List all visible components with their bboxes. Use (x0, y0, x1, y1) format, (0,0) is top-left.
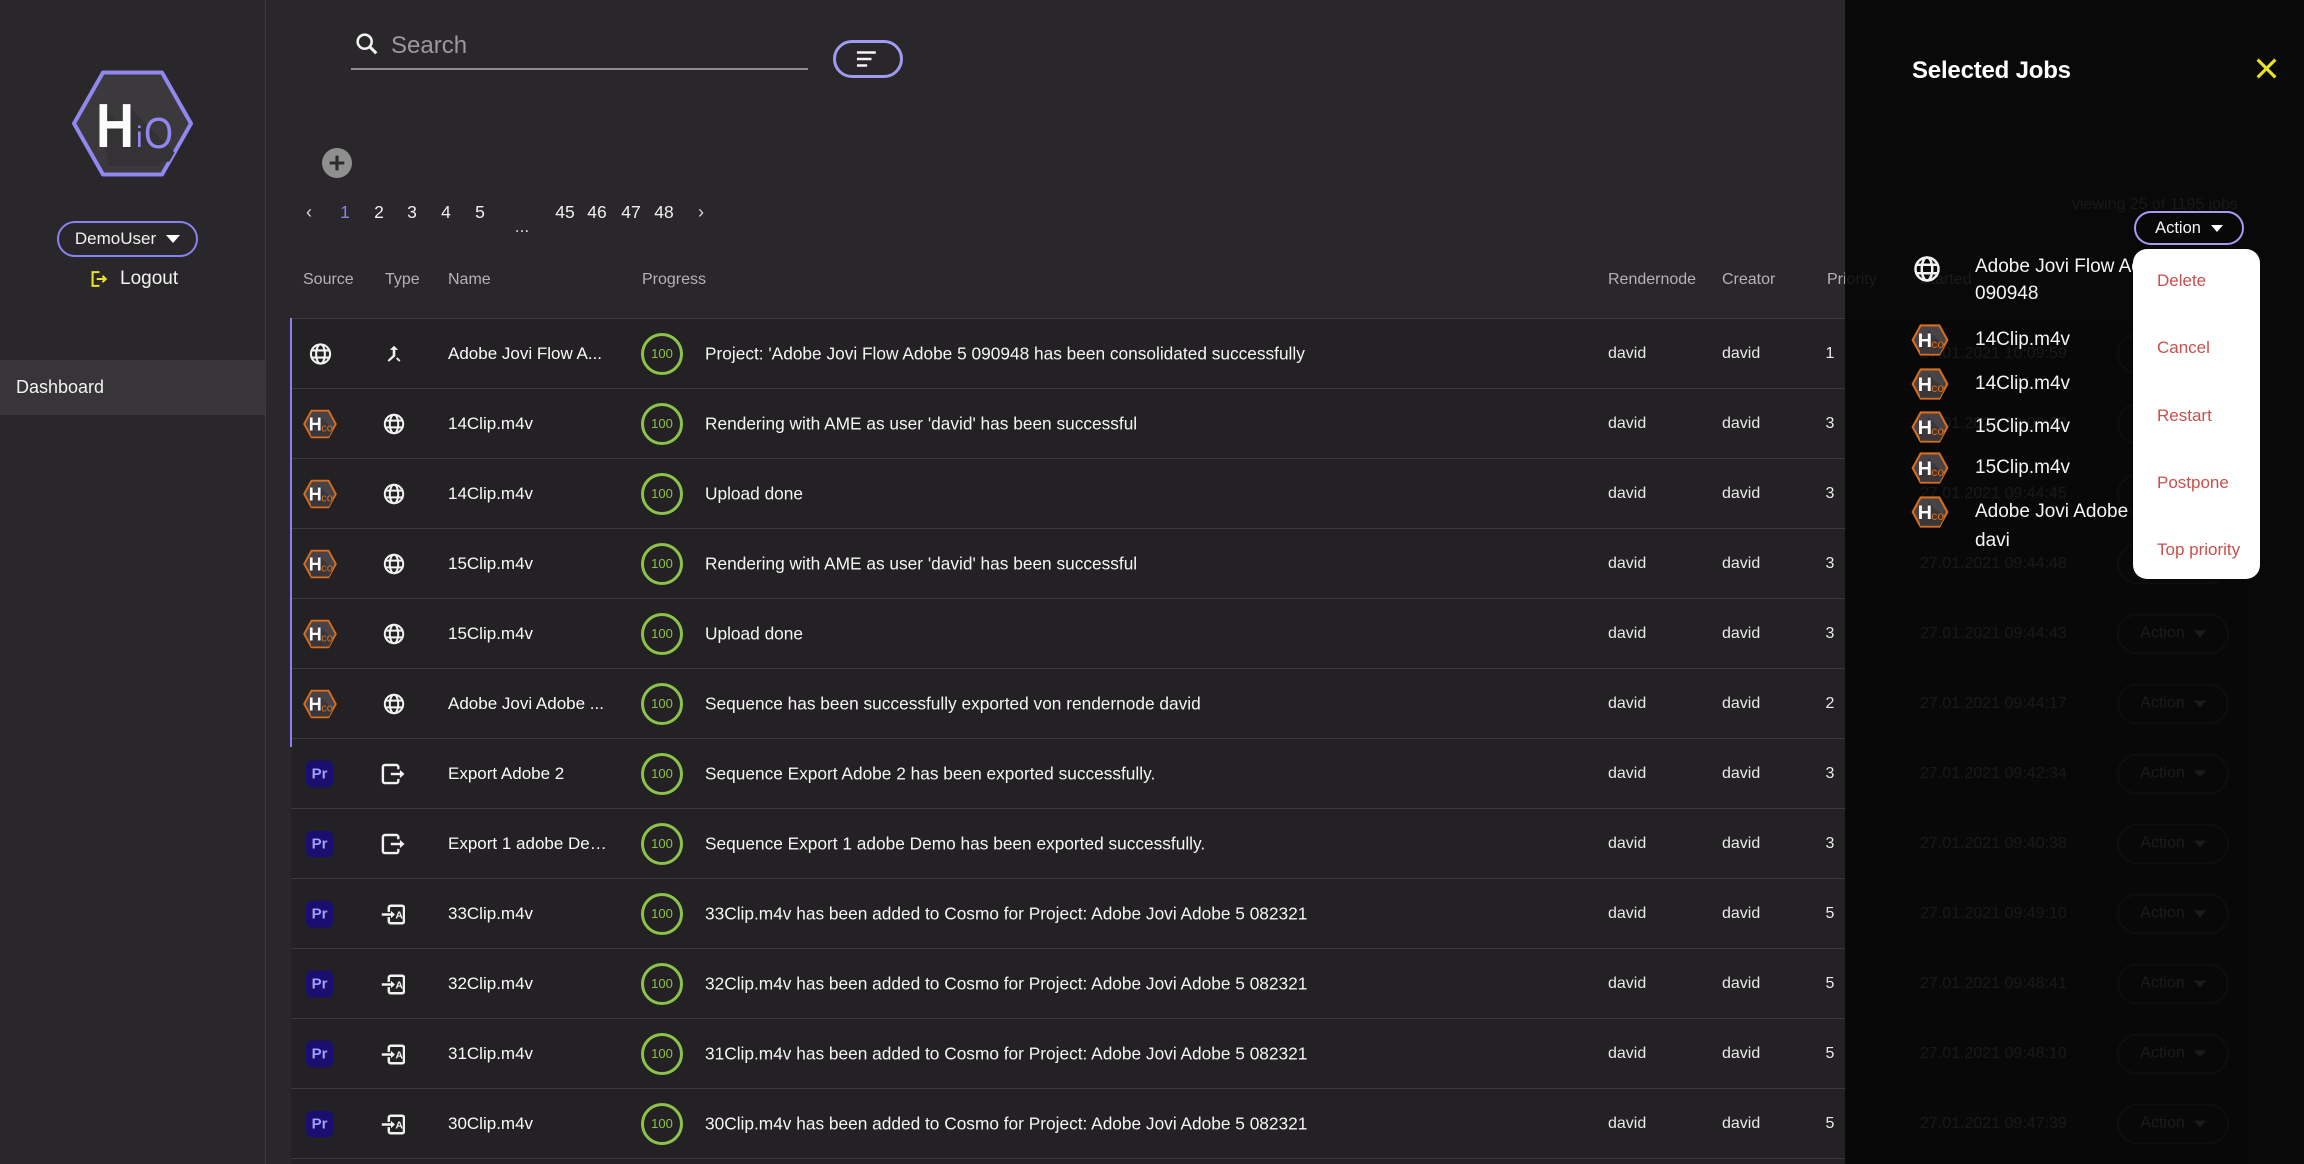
svg-text:O: O (144, 109, 173, 158)
svg-text:i: i (136, 121, 143, 154)
svg-text:H: H (96, 92, 134, 161)
